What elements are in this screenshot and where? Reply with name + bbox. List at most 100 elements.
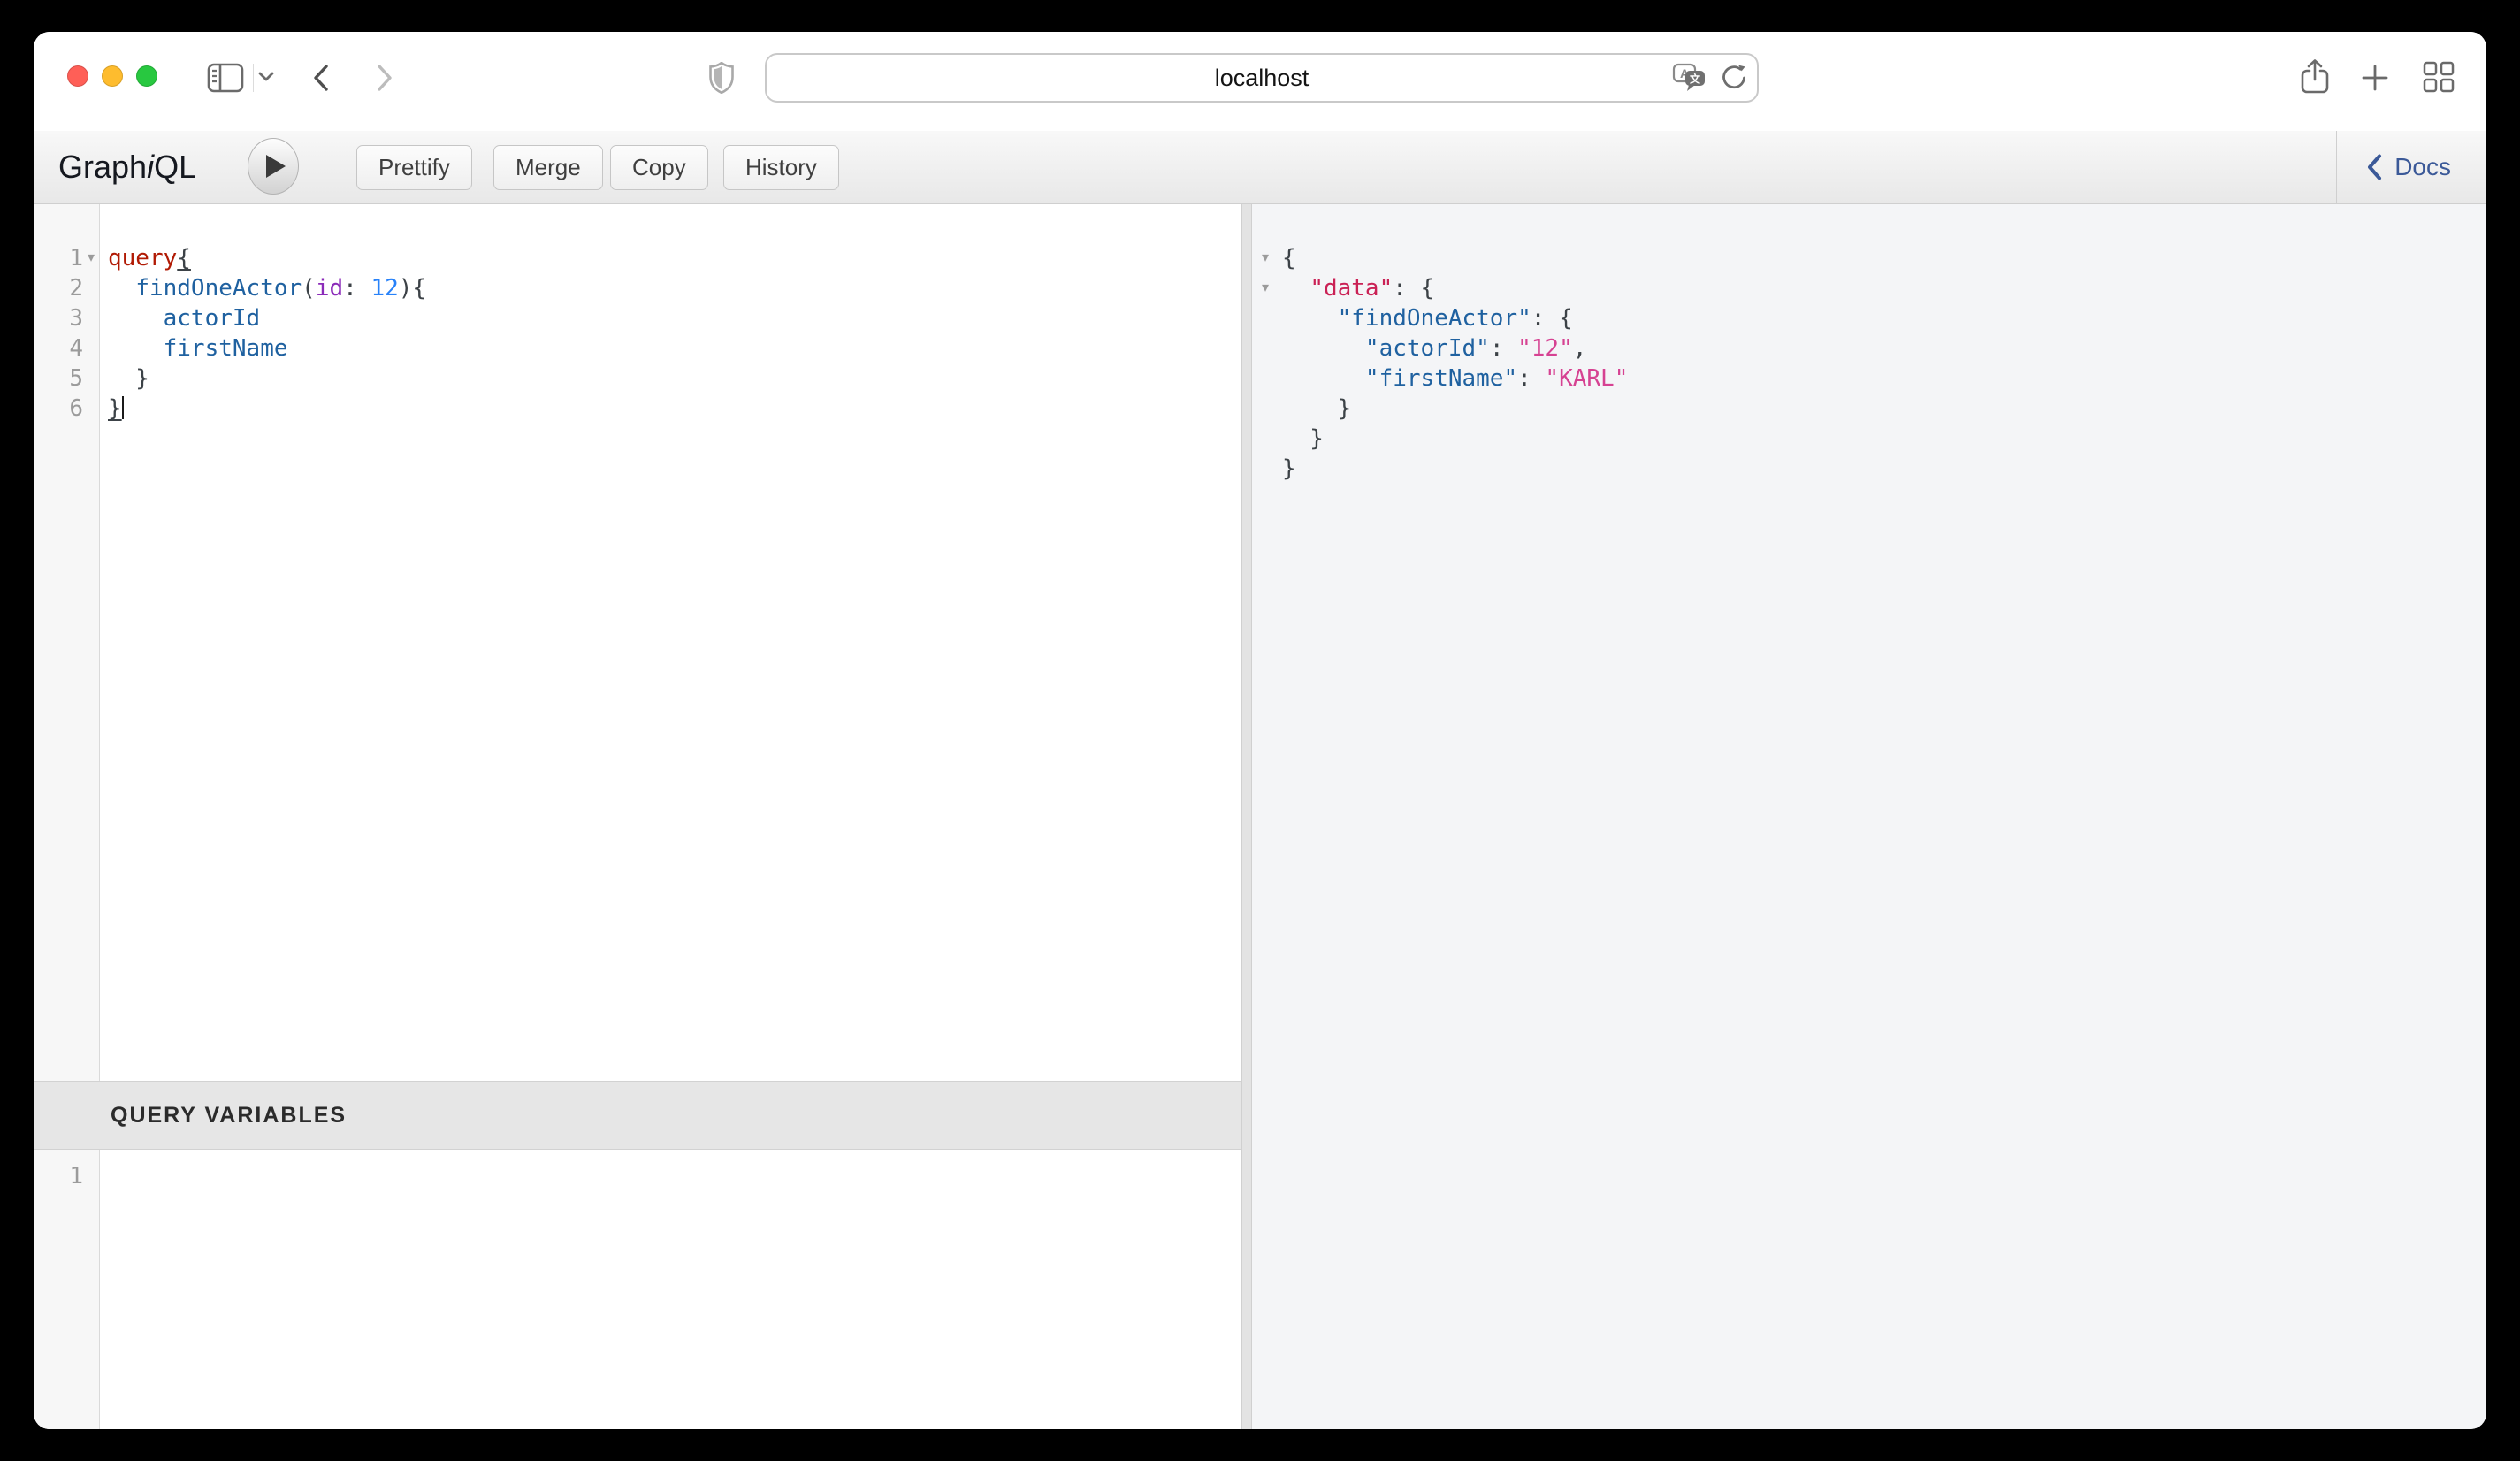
zoom-window-button[interactable] (136, 65, 157, 87)
shield-icon (709, 62, 734, 94)
code-token: query (108, 245, 177, 272)
reload-button[interactable] (1720, 64, 1748, 92)
back-button[interactable] (313, 65, 329, 91)
fold-gutter (83, 363, 99, 394)
fold-arrow-icon[interactable]: ▾ (1256, 243, 1275, 273)
result-viewer[interactable]: ▾{▾ "data": { "findOneActor": { "actorId… (1252, 204, 2486, 1429)
code-token (357, 275, 371, 302)
code-text: "firstName": "KARL" (1282, 363, 1628, 394)
docs-label: Docs (2394, 153, 2451, 181)
query-code: 1▾ query{2 findOneActor(id: 12){3 actorId… (34, 243, 1241, 424)
code-token: firstName (164, 335, 288, 362)
code-token (108, 305, 164, 332)
code-token (1282, 275, 1310, 302)
new-tab-button[interactable] (2361, 64, 2389, 92)
code-token: } (108, 395, 122, 422)
pane-resize-handle[interactable] (1241, 204, 1252, 1429)
code-token: } (108, 365, 149, 392)
code-text: actorId (108, 303, 260, 333)
forward-arrow-icon (377, 65, 393, 91)
code-text: } (1282, 454, 1296, 484)
code-line: } (1252, 394, 2486, 424)
chevron-down-icon (258, 72, 274, 82)
docs-link[interactable]: Docs (2361, 131, 2456, 203)
fold-arrow-icon[interactable]: ▾ (1256, 273, 1275, 303)
code-token: : (1490, 335, 1517, 362)
fold-gutter (1256, 394, 1275, 424)
tab-overview-button[interactable] (2423, 61, 2455, 93)
address-bar[interactable]: localhost A 文 (765, 53, 1759, 103)
code-token: : { (1393, 275, 1434, 302)
privacy-report-button[interactable] (709, 62, 734, 94)
sidebar-toggle-button[interactable] (207, 62, 244, 94)
translate-button[interactable]: A 文 (1670, 63, 1709, 93)
code-text: } (108, 363, 149, 394)
code-token (1282, 305, 1338, 332)
forward-button[interactable] (377, 65, 393, 91)
code-line: ▾{ (1252, 243, 2486, 273)
code-token: : (343, 275, 357, 302)
code-token: actorId (164, 305, 261, 332)
code-token: id (316, 275, 343, 302)
fold-gutter (83, 333, 99, 363)
line-number: 3 (34, 303, 83, 333)
fold-arrow-icon[interactable]: ▾ (83, 243, 99, 273)
fold-gutter (1256, 454, 1275, 484)
code-line: ▾ "data": { (1252, 273, 2486, 303)
share-button[interactable] (2300, 58, 2330, 96)
variables-gutter (34, 1150, 100, 1429)
variables-code: 1 (34, 1161, 1241, 1191)
variables-editor[interactable]: 1 (34, 1150, 1241, 1429)
code-line: 1 (34, 1161, 1241, 1191)
execute-query-button[interactable] (248, 138, 299, 195)
graphiql-logo: GraphiQL (58, 131, 196, 203)
plus-icon (2361, 64, 2389, 92)
sidebar-menu-button[interactable] (258, 71, 274, 83)
svg-text:文: 文 (1690, 73, 1701, 86)
code-token: "12" (1517, 335, 1573, 362)
history-button[interactable]: History (723, 145, 839, 190)
translate-icon: A 文 (1670, 63, 1709, 93)
code-token: "data" (1310, 275, 1393, 302)
code-text: "data": { (1282, 273, 1434, 303)
fold-gutter (1256, 424, 1275, 454)
query-editor[interactable]: 1▾ query{2 findOneActor(id: 12){3 actorId… (34, 204, 1241, 1081)
code-line: 2 findOneActor(id: 12){ (34, 273, 1241, 303)
fold-gutter (1256, 363, 1275, 394)
minimize-window-button[interactable] (102, 65, 123, 87)
toolbar-separator (2336, 131, 2337, 203)
code-token (1282, 365, 1365, 392)
code-line: } (1252, 454, 2486, 484)
grid-icon (2423, 61, 2455, 93)
line-number: 1 (34, 243, 83, 273)
back-arrow-icon (313, 65, 329, 91)
close-window-button[interactable] (67, 65, 88, 87)
code-token: } (1282, 455, 1296, 482)
fold-gutter (1256, 333, 1275, 363)
copy-button[interactable]: Copy (610, 145, 708, 190)
line-number: 1 (34, 1161, 83, 1191)
merge-button[interactable]: Merge (493, 145, 603, 190)
code-text: query{ (108, 243, 191, 273)
chrome-separator (253, 64, 254, 92)
fold-gutter (1256, 303, 1275, 333)
code-token: } (1282, 395, 1351, 422)
browser-window: localhost A 文 (34, 32, 2486, 1429)
code-token: 12 (370, 275, 398, 302)
code-token (108, 275, 135, 302)
code-line: } (1252, 424, 2486, 454)
reload-icon (1720, 64, 1748, 92)
prettify-button[interactable]: Prettify (356, 145, 472, 190)
code-token: ){ (399, 275, 426, 302)
code-text: } (1282, 424, 1324, 454)
code-line: 5 } (34, 363, 1241, 394)
line-number: 4 (34, 333, 83, 363)
code-line: "actorId": "12", (1252, 333, 2486, 363)
url-text: localhost (1215, 65, 1310, 92)
code-text: "actorId": "12", (1282, 333, 1586, 363)
code-line: "findOneActor": { (1252, 303, 2486, 333)
code-line: "firstName": "KARL" (1252, 363, 2486, 394)
line-number: 6 (34, 394, 83, 424)
query-variables-header[interactable]: QUERY VARIABLES (34, 1081, 1241, 1150)
code-token: "firstName" (1365, 365, 1517, 392)
